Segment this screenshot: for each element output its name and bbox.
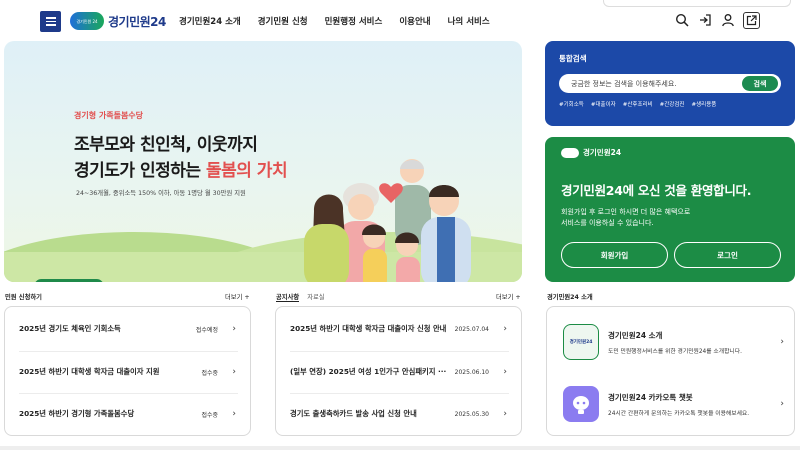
chatbot-icon [563,386,599,422]
header-popup-edge [603,0,791,7]
list-item[interactable]: 2025년 하반기 대학생 학자금 대출이자 지원 접수중 › [19,351,238,393]
status-badge: 접수예정 [195,326,218,334]
search-tags: #기회소득 #대출이자 #산후조리비 #간강검진 #생리용품 [559,100,781,108]
intro-item-desc: 24시간 간편하게 문의하는 카카오톡 챗봇을 이용해보세요. [608,410,750,417]
search-placeholder: 궁금한 정보는 검색을 이용해주세요. [571,79,677,88]
banner-description: 24~36개월, 중위소득 150% 이하, 아동 1명당 월 30만원 지원 [76,190,246,197]
search-title: 통합검색 [559,54,587,63]
chevron-right-icon: › [232,367,236,377]
welcome-description: 회원가입 후 로그인 하시면 더 많은 혜택으로 서비스를 이용하실 수 있습니… [561,208,691,227]
apply-more-link[interactable]: 더보기 + [225,292,250,301]
welcome-buttons: 회원가입 로그인 [561,242,781,268]
banner-title-line2: 경기도가 인정하는 돌봄의 가치 [74,156,288,181]
chevron-right-icon: › [503,409,507,419]
site-logo[interactable]: 경기민원 24 경기민원24 [70,12,166,30]
welcome-title: 경기민원24에 오신 것을 환영합니다. [561,183,752,198]
integrated-search: 통합검색 궁금한 정보는 검색을 이용해주세요. 검색 #기회소득 #대출이자 … [545,41,795,126]
nav-item-services[interactable]: 민원행정 서비스 [325,15,383,27]
search-tag[interactable]: #생리용품 [692,100,717,108]
status-badge: 접수중 [201,369,218,377]
list-item[interactable]: 2025년 하반기 경기형 가족돌봄수당 접수중 › [19,393,238,435]
external-link-icon[interactable] [743,12,760,29]
list-item[interactable]: 경기도 출생축하카드 발송 사업 신청 안내 2025.05.30 › [290,393,509,435]
chevron-right-icon: › [780,399,784,409]
banner-title-highlight: 돌봄의 가치 [205,161,288,181]
notice-more-link[interactable]: 더보기 + [496,292,521,301]
welcome-panel: 경기민원24 경기민원24에 오신 것을 환영합니다. 회원가입 후 로그인 하… [545,137,795,282]
chevron-right-icon: › [503,324,507,334]
chevron-right-icon: › [232,324,236,334]
search-tag[interactable]: #간강검진 [660,100,685,108]
status-badge: 접수중 [201,411,218,419]
logo-badge-icon [561,147,579,158]
list-item[interactable]: 2025년 경기도 체육인 기회소득 접수예정 › [19,308,238,350]
notice-tabs: 공지사항 자료실 [276,292,325,302]
search-input[interactable]: 궁금한 정보는 검색을 이용해주세요. 검색 [559,74,781,93]
nav-item-guide[interactable]: 이용안내 [399,15,430,27]
list-item[interactable]: (일부 연장) 2025년 여성 1인가구 안심패키지 ··· 2025.06.… [290,351,509,393]
date-label: 2025.06.10 [454,368,489,376]
login-icon[interactable] [697,12,713,28]
nav-item-intro[interactable]: 경기민원24 소개 [179,15,241,27]
intro-item[interactable]: 경기민원24 경기민원24 소개 도민 민원행정서비스를 위한 경기민원24를 … [563,317,784,367]
notice-panel: 2025년 하반기 대학생 학자금 대출이자 신청 안내 2025.07.04 … [275,306,522,436]
logo-text: 경기민원24 [108,14,166,29]
page-bottom-edge [0,446,800,450]
banner-title-line1: 조부모와 친인척, 이웃까지 [74,135,258,155]
chevron-right-icon: › [503,367,507,377]
search-button[interactable]: 검색 [742,76,778,91]
search-icon[interactable] [674,12,690,28]
intro-panel: 경기민원24 경기민원24 소개 도민 민원행정서비스를 위한 경기민원24를 … [546,306,795,436]
search-tag[interactable]: #기회소득 [559,100,584,108]
list-item[interactable]: 2025년 하반기 대학생 학자금 대출이자 신청 안내 2025.07.04 … [290,308,509,350]
date-label: 2025.05.30 [454,410,489,418]
signup-button[interactable]: 회원가입 [561,242,668,268]
logo-badge-icon: 경기민원 24 [70,12,104,30]
tab-archive[interactable]: 자료실 [307,292,324,302]
hamburger-menu-button[interactable] [40,11,61,32]
family-illustration [304,159,471,282]
tab-notice[interactable]: 공지사항 [276,292,300,302]
welcome-logo: 경기민원24 [561,147,779,158]
header-icons [674,12,760,29]
welcome-logo-text: 경기민원24 [583,148,622,157]
user-icon[interactable] [720,12,736,28]
banner-title-prefix: 경기도가 인정하는 [74,161,206,181]
search-tag[interactable]: #산후조리비 [623,100,653,108]
intro-item-title: 경기민원24 카카오톡 챗봇 [608,392,693,402]
login-button[interactable]: 로그인 [674,242,781,268]
banner-subtitle: 경기형 가족돌봄수당 [74,111,144,120]
intro-item-title: 경기민원24 소개 [608,330,663,340]
date-label: 2025.07.04 [454,325,489,333]
main-banner[interactable]: 경기형 가족돌봄수당 조부모와 친인척, 이웃까지 경기도가 인정하는 돌봄의 … [4,41,522,282]
intro-item-desc: 도민 민원행정서비스를 위한 경기민원24를 소개합니다. [608,348,742,355]
logo-icon: 경기민원24 [563,324,599,360]
chevron-right-icon: › [232,409,236,419]
intro-section-title: 경기민원24 소개 [547,294,593,301]
apply-section-title: 민원 신청하기 [5,294,42,301]
chevron-right-icon: › [780,337,784,347]
intro-item[interactable]: 경기민원24 카카오톡 챗봇 24시간 간편하게 문의하는 카카오톡 챗봇을 이… [563,379,784,429]
banner-pager: ❙❙ ‹ 6 / 24 › [34,279,104,282]
search-tag[interactable]: #대출이자 [591,100,616,108]
nav-item-my[interactable]: 나의 서비스 [448,15,490,27]
apply-panel: 2025년 경기도 체육인 기회소득 접수예정 › 2025년 하반기 대학생 … [4,306,251,436]
nav-item-apply[interactable]: 경기민원 신청 [258,15,308,27]
main-nav: 경기민원24 소개 경기민원 신청 민원행정 서비스 이용안내 나의 서비스 [179,15,507,27]
